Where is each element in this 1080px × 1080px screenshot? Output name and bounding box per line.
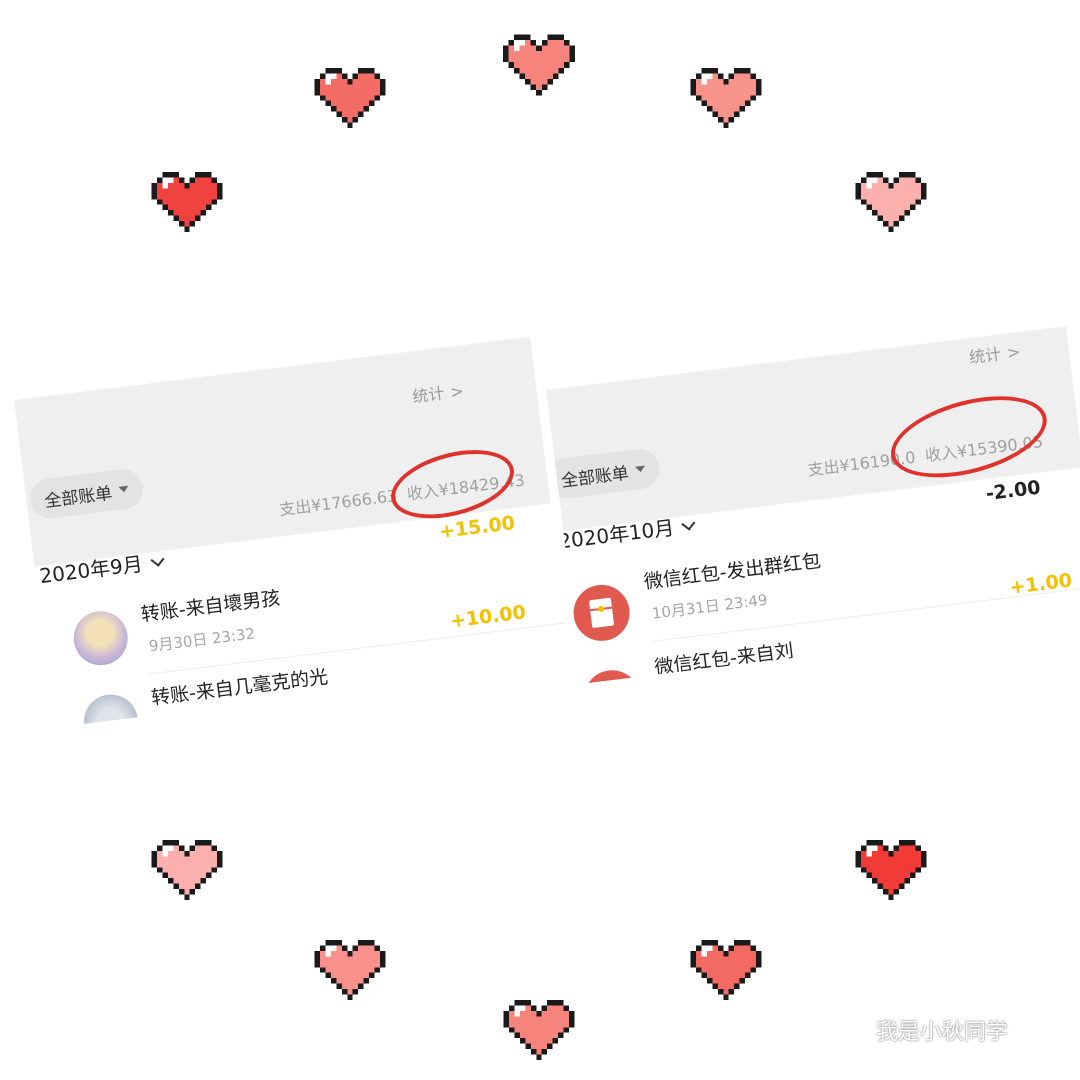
- transaction-time: 9月30日 23:32: [147, 624, 256, 656]
- transaction-amount: -2.00: [984, 476, 1042, 506]
- transaction-title: 微信红包-来自刘: [653, 639, 795, 679]
- wechat-icon: [836, 1016, 869, 1042]
- transaction-time: 10月31日 23:49: [650, 590, 769, 623]
- caret-down-icon: [118, 485, 130, 493]
- red-envelope-icon: [580, 667, 644, 684]
- pixel-heart-icon: [690, 68, 762, 128]
- watermark-text: 我是小秋同学: [876, 1020, 1009, 1045]
- bill-card-september: 统计 > 全部账单 支出¥17666.63 收入¥18429.43 2020年9月 …: [14, 336, 571, 728]
- avatar: [70, 608, 131, 669]
- caret-down-icon: [635, 465, 646, 473]
- pixel-heart-icon: [314, 68, 386, 128]
- pixel-heart-icon: [314, 940, 386, 1000]
- pixel-heart-icon: [690, 940, 762, 1000]
- avatar: [80, 691, 142, 728]
- transaction-time: 9月30日 18:00: [158, 707, 267, 728]
- chevron-right-icon: >: [449, 381, 465, 402]
- pixel-heart-icon: [503, 34, 575, 96]
- filter-label: 全部账单: [560, 463, 630, 492]
- chevron-down-icon: [150, 552, 165, 567]
- pixel-heart-icon: [151, 840, 223, 900]
- transaction-title: 转账-来自壞男孩: [139, 587, 282, 627]
- chevron-right-icon: >: [1005, 341, 1022, 363]
- red-envelope-icon: [570, 581, 633, 645]
- filter-label: 全部账单: [43, 483, 114, 512]
- pixel-heart-icon: [503, 1000, 575, 1060]
- pixel-heart-icon: [855, 172, 927, 232]
- pixel-heart-icon: [151, 172, 223, 232]
- watermark: 我是小秋同学: [836, 1014, 1008, 1046]
- transaction-title: 微信红包-发出群红包: [642, 549, 823, 594]
- chevron-down-icon: [681, 516, 696, 531]
- pixel-heart-icon: [855, 840, 927, 900]
- bill-card-october: 统计 > 全部账单 支出¥16190.0 收入¥15390.05 2020年10月 …: [546, 326, 1080, 684]
